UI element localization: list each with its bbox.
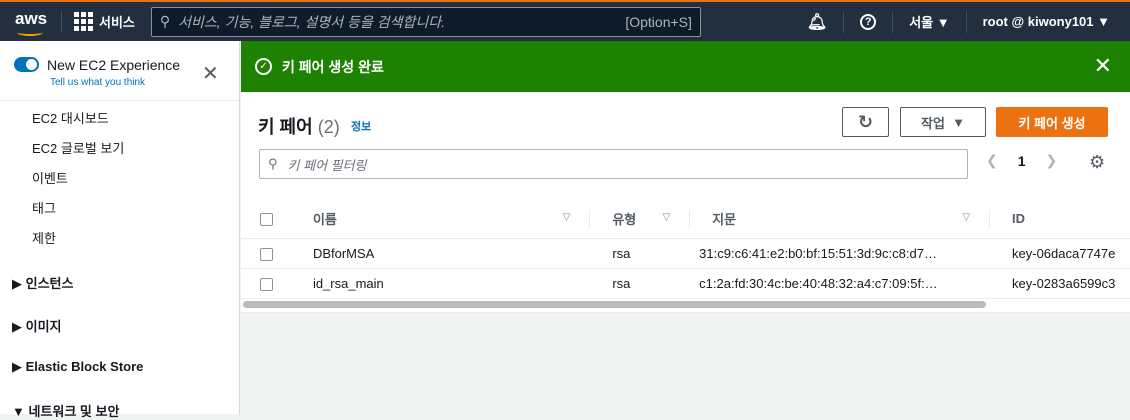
horizontal-scrollbar[interactable]: [243, 301, 986, 308]
key-type: rsa: [590, 238, 691, 269]
sidebar-section-ebs[interactable]: ▶ Elastic Block Store: [0, 359, 143, 375]
search-input[interactable]: ⚲ 서비스, 기능, 블로그, 설명서 등을 검색합니다. [Option+S]: [150, 6, 701, 37]
search-icon: ⚲: [159, 13, 171, 29]
refresh-icon: ↻: [857, 111, 874, 132]
feedback-link[interactable]: Tell us what you think: [50, 77, 145, 88]
divider: [61, 10, 62, 33]
search-placeholder: 서비스, 기능, 블로그, 설명서 등을 검색합니다.: [178, 13, 446, 30]
sidebar-item-global-view[interactable]: EC2 글로벌 보기: [32, 134, 239, 164]
flash-message: 키 페어 생성 완료: [282, 58, 384, 75]
key-fingerprint: 31:c9:c6:41:e2:b0:bf:15:51:3d:9c:c8:d7…: [690, 238, 991, 269]
key-fingerprint: c1:2a:fd:30:4c:be:40:48:32:a4:c7:09:5f:…: [690, 268, 991, 299]
key-type: rsa: [590, 268, 691, 299]
sidebar-section-images[interactable]: ▶ 이미지: [0, 316, 62, 335]
success-flash: ✓ 키 페어 생성 완료 ✕: [241, 41, 1130, 92]
next-page-icon[interactable]: ❯: [1046, 152, 1058, 169]
column-id[interactable]: ID: [990, 200, 1130, 239]
section-label: Elastic Block Store: [25, 359, 144, 374]
sidebar-item-events[interactable]: 이벤트: [32, 164, 239, 194]
key-id: key-06daca7747e: [990, 238, 1130, 269]
row-checkbox[interactable]: [260, 247, 273, 261]
column-name[interactable]: 이름 ▽: [290, 200, 591, 239]
refresh-button[interactable]: ↻: [842, 107, 889, 137]
page-title: 키 페어 (2): [258, 117, 340, 137]
aws-logo[interactable]: aws: [15, 9, 49, 36]
section-label: 이미지: [25, 319, 62, 334]
new-experience-toggle[interactable]: [14, 57, 39, 72]
sidebar-item-tags[interactable]: 태그: [32, 194, 239, 224]
search-icon: ⚲: [268, 156, 278, 171]
grid-icon: [74, 12, 93, 31]
sidebar-item-dashboard[interactable]: EC2 대시보드: [32, 104, 239, 134]
create-key-pair-button[interactable]: 키 페어 생성: [996, 107, 1108, 137]
shortcut-hint: [Option+S]: [625, 13, 692, 30]
close-icon[interactable]: ✕: [202, 61, 219, 86]
sidebar: New EC2 Experience Tell us what you thin…: [0, 41, 240, 419]
sidebar-section-network[interactable]: ▼ 네트워크 및 보안: [0, 401, 119, 420]
filter-input[interactable]: ⚲ 키 페어 필터링: [259, 149, 968, 179]
sidebar-section-instances[interactable]: ▶ 인스턴스: [0, 273, 73, 292]
close-icon[interactable]: ✕: [1094, 53, 1112, 79]
table-row[interactable]: id_rsa_main rsa c1:2a:fd:30:4c:be:40:48:…: [241, 268, 1130, 299]
actions-button[interactable]: 작업 ▼: [900, 107, 986, 137]
gear-icon[interactable]: ⚙: [1089, 152, 1105, 173]
page-number[interactable]: 1: [1018, 153, 1026, 169]
key-name: DBforMSA: [290, 238, 591, 269]
key-pairs-panel: 키 페어 (2) 정보 ↻ 작업 ▼ 키 페어 생성 ⚲ 키 페어 필터링 ❮ 1 ❯…: [241, 92, 1130, 313]
column-type[interactable]: 유형 ▽: [590, 200, 691, 239]
section-label: 네트워크 및 보안: [28, 404, 120, 419]
select-all-checkbox[interactable]: [260, 213, 273, 227]
table-row[interactable]: DBforMSA rsa 31:c9:c6:41:e2:b0:bf:15:51:…: [241, 238, 1130, 269]
sidebar-item-limits[interactable]: 제한: [32, 224, 239, 254]
region-selector[interactable]: 서울 ▼: [909, 12, 949, 31]
prev-page-icon[interactable]: ❮: [986, 152, 998, 169]
key-name: id_rsa_main: [290, 268, 591, 299]
key-pairs-table: 이름 ▽ 유형 ▽ 지문 ▽ ID DBforMSA rsa 31:c9:c6:41:…: [241, 200, 1130, 299]
column-fingerprint[interactable]: 지문 ▽: [690, 200, 991, 239]
info-link[interactable]: 정보: [351, 118, 371, 134]
account-menu[interactable]: root @ kiwony101 ▼: [983, 14, 1110, 29]
key-id: key-0283a6599c3: [990, 268, 1130, 299]
section-label: 인스턴스: [25, 276, 74, 291]
pagination: ❮ 1 ❯: [986, 152, 1057, 169]
experience-title: New EC2 Experience: [47, 57, 181, 73]
services-menu[interactable]: 서비스: [99, 12, 135, 31]
row-checkbox[interactable]: [260, 277, 273, 291]
bell-icon[interactable]: 🔔︎: [807, 12, 827, 32]
check-circle-icon: ✓: [255, 58, 272, 75]
help-icon[interactable]: ?: [860, 13, 877, 30]
top-nav: aws 서비스 ⚲ 서비스, 기능, 블로그, 설명서 등을 검색합니다. [O…: [0, 0, 1130, 41]
